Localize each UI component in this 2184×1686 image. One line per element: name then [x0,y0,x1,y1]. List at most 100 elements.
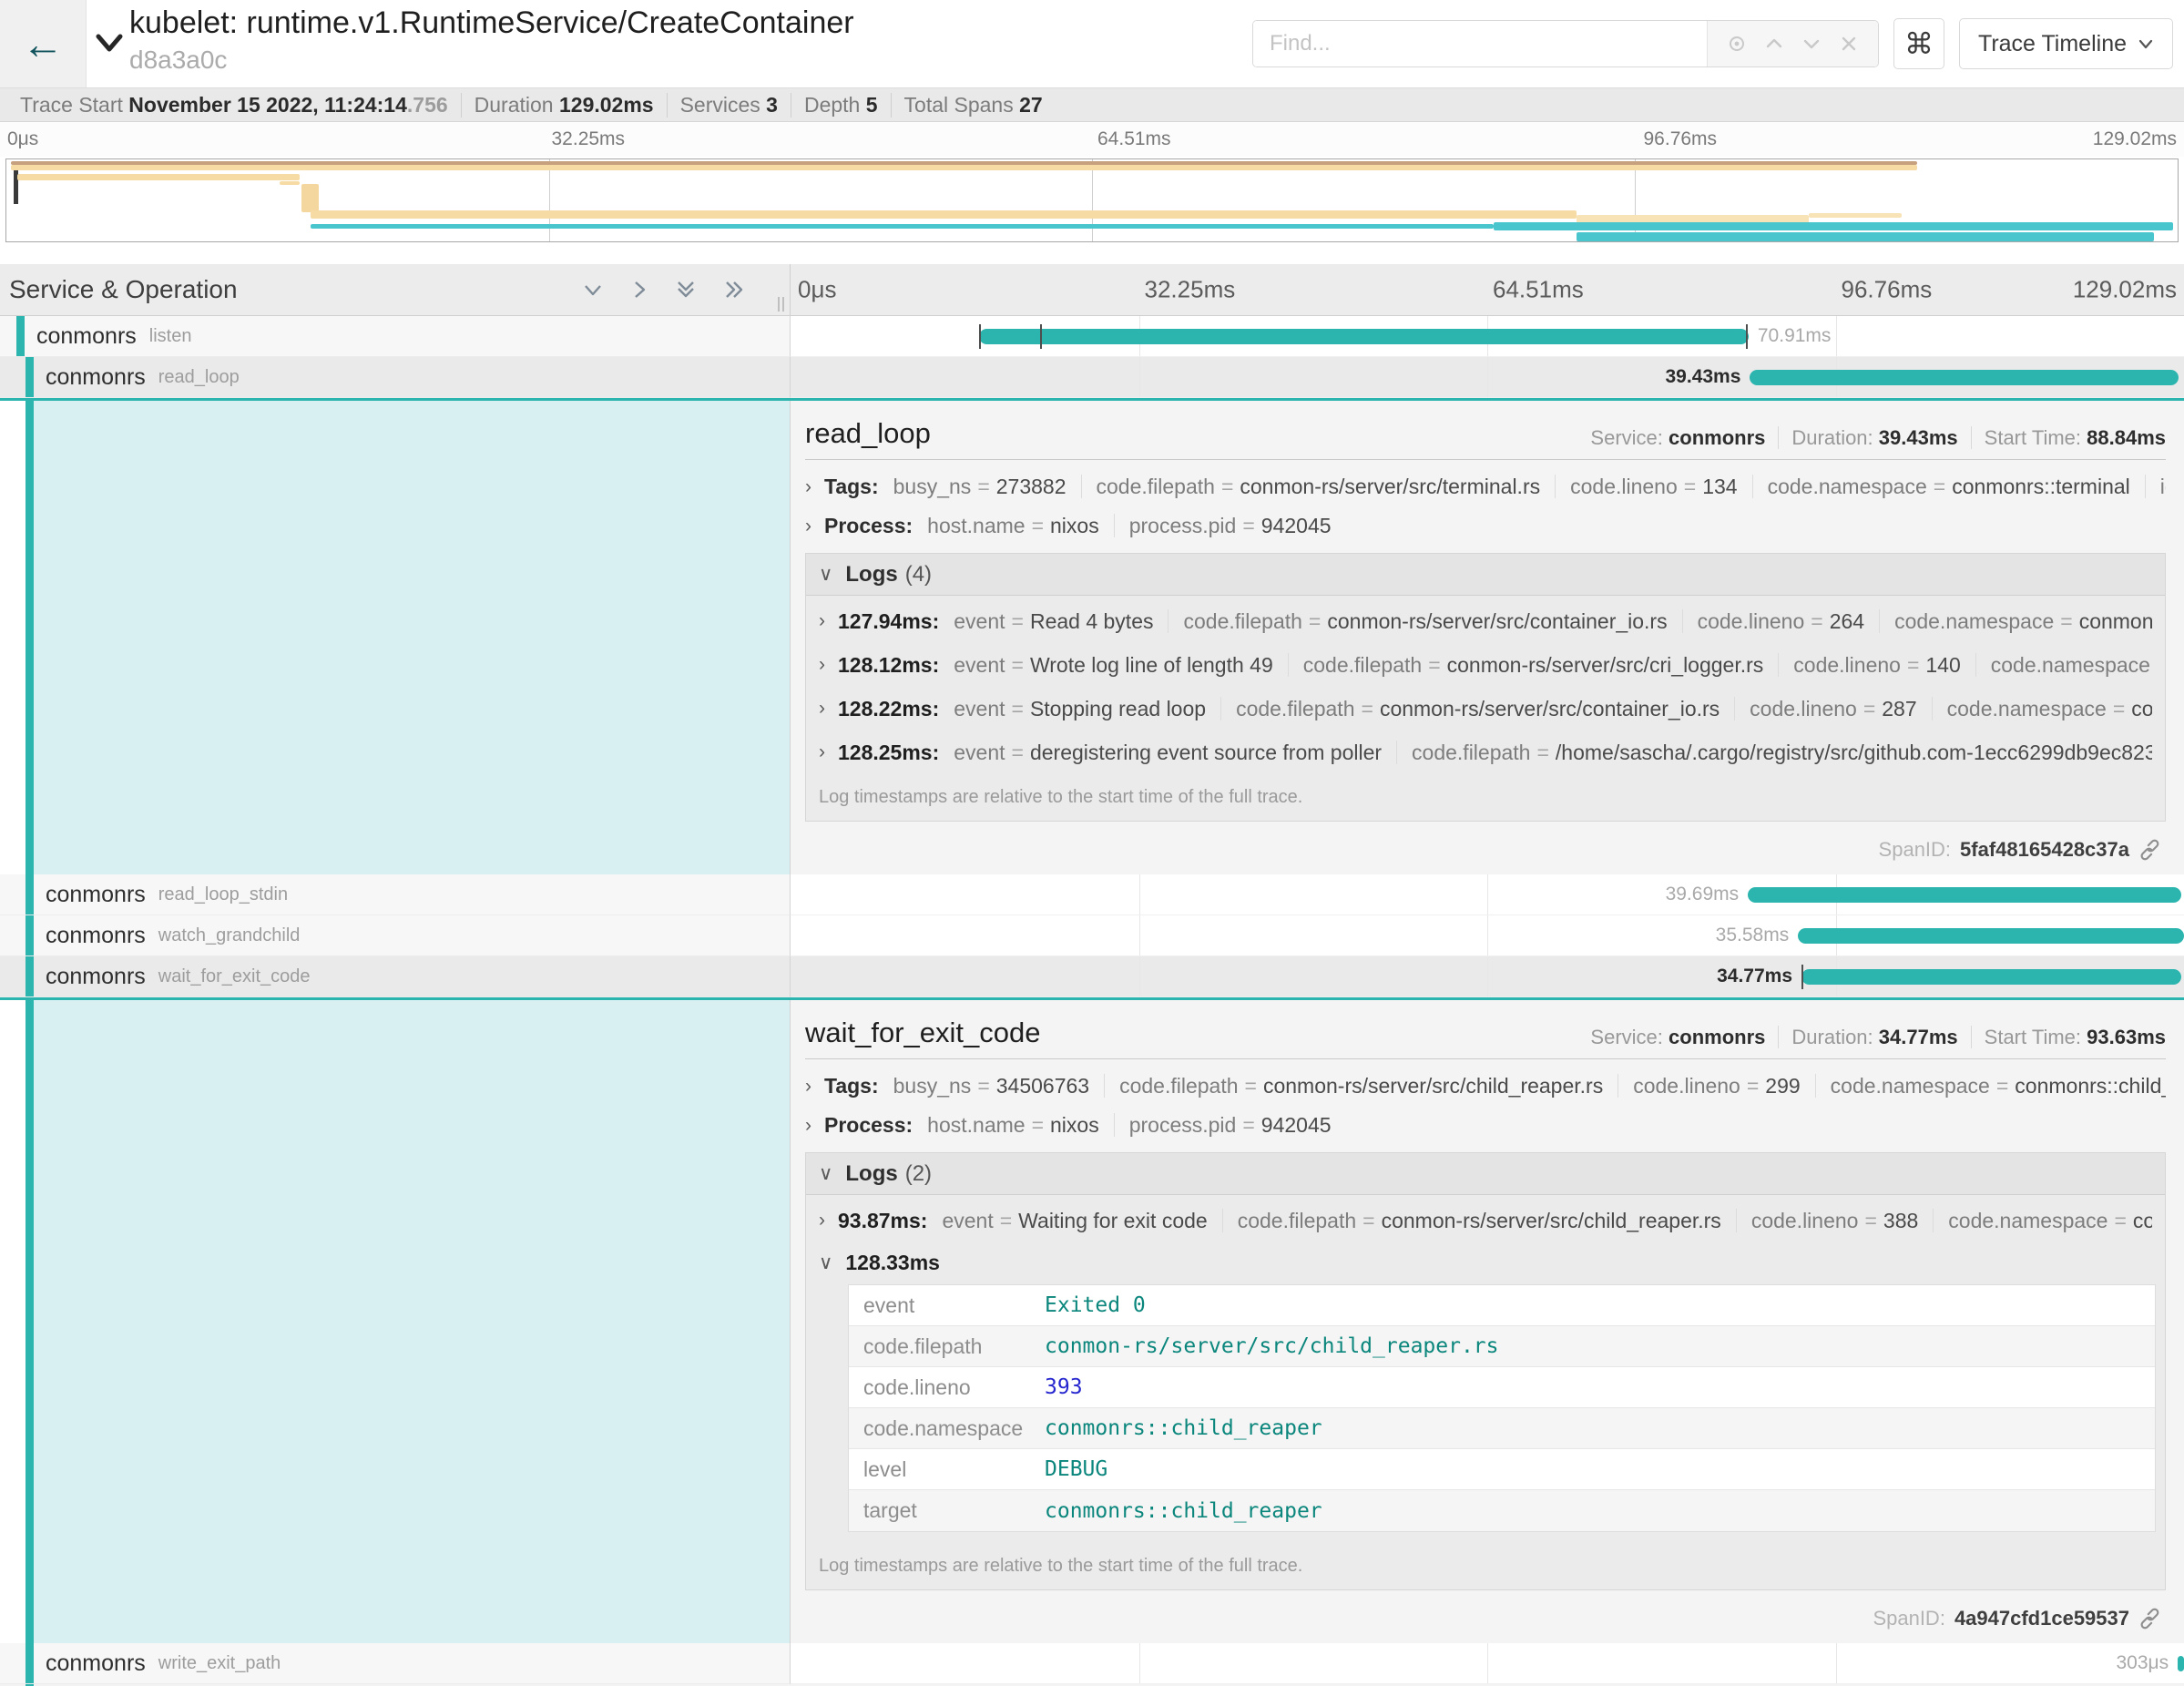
chevron-down-icon [2138,37,2154,50]
chevron-right-icon: › [819,654,825,676]
tick-label: 129.02ms [2093,128,2177,150]
chevron-right-icon: › [805,516,811,537]
minimap-span-segment [17,174,300,180]
tags-row[interactable]: ›Tags:busy_ns=273882code.filepath=conmon… [805,475,2166,499]
span-row[interactable]: conmonrs read_loop 39.43ms [0,357,2184,398]
span-timeline-cell[interactable]: 39.69ms [791,874,2184,915]
minimap-span-segment [1577,232,2154,241]
tag-pair: busy_ns=34506763 [893,1074,1104,1098]
trace-start: Trace Start November 15 2022, 11:24:14.7… [7,93,461,118]
chevron-right-icon: › [819,741,825,763]
span-name-cell[interactable]: conmonrs listen [0,316,791,357]
span-duration-label: 35.58ms [1716,925,1790,946]
span-color-bar [26,1000,34,1643]
logs-header[interactable]: ∨Logs(2) [806,1153,2165,1195]
spacer [0,250,2184,264]
chevron-down-icon: ∨ [819,1252,832,1274]
log-entry[interactable]: ›128.12ms:event=Wrote log line of length… [806,643,2165,687]
span-bar[interactable] [1801,969,2181,985]
trace-total-spans: Total Spans 27 [891,93,1056,118]
collapse-all-icon[interactable] [673,277,699,302]
span-bar[interactable] [1750,370,2178,385]
trace-minimap[interactable] [5,158,2179,242]
focus-target-icon[interactable] [1726,33,1748,55]
trace-summary-bar: Trace Start November 15 2022, 11:24:14.7… [0,87,2184,122]
span-service-name: conmonrs [36,323,137,350]
copy-link-icon[interactable] [2138,838,2162,862]
span-row[interactable]: conmonrs listen 70.91ms [0,316,2184,357]
keyboard-shortcuts-button[interactable]: ⌘ [1893,18,1944,69]
span-row[interactable]: conmonrs watch_grandchild 35.58ms [0,915,2184,956]
gridline [1139,874,1140,915]
logs-footnote: Log timestamps are relative to the start… [806,778,2165,821]
chevron-right-icon: › [805,476,811,498]
find-prev-icon[interactable] [1763,33,1785,55]
tag-pair: code.filepath=conmon-rs/server/src/conta… [1168,609,1681,633]
collapse-one-icon[interactable] [580,278,606,301]
span-bar[interactable] [1798,928,2184,944]
find-input[interactable] [1253,21,1707,66]
log-timestamp: 128.33ms [845,1251,940,1275]
span-row[interactable]: conmonrs read_loop_stdin 39.69ms [0,874,2184,915]
span-timeline-cell[interactable]: 34.77ms [791,956,2184,997]
log-marker-tick [1040,324,1042,349]
minimap-span-segment [11,165,1917,170]
span-timeline-cell[interactable]: 39.43ms [791,357,2184,398]
process-row[interactable]: ›Process:host.name=nixosprocess.pid=9420… [805,514,2166,538]
span-bar[interactable] [1748,887,2181,903]
log-field-row: code.lineno393 [849,1367,2155,1408]
gridline [1487,357,1488,397]
span-duration-label: 303μs [2116,1652,2169,1674]
span-id-row: SpanID:4a947cfd1ce59537 [1873,1607,2162,1630]
span-name-cell[interactable]: conmonrs read_loop_stdin [0,874,791,915]
field-key: level [849,1457,1045,1482]
expand-all-icon[interactable] [722,278,748,301]
log-entry-header[interactable]: ∨ 128.33ms [806,1242,2165,1282]
process-row[interactable]: ›Process:host.name=nixosprocess.pid=9420… [805,1113,2166,1138]
span-bar[interactable] [2178,1656,2184,1671]
span-detail-panel: read_loop Service: conmonrsDuration: 39.… [791,401,2184,874]
logs-count: (2) [905,1161,932,1187]
span-color-bar [26,956,34,996]
span-name-cell[interactable]: conmonrs wait_for_exit_code [0,956,791,997]
log-entry[interactable]: ›93.87ms:event=Waiting for exit codecode… [806,1199,2165,1242]
span-timeline-cell[interactable]: 70.91ms [791,316,2184,357]
log-entry[interactable]: ›127.94ms:event=Read 4 bytescode.filepat… [806,599,2165,643]
span-timeline-cell[interactable]: 303μs [791,1643,2184,1684]
span-detail-row: read_loop Service: conmonrsDuration: 39.… [0,398,2184,874]
back-button[interactable]: ← [0,0,87,87]
span-name-cell[interactable]: conmonrs watch_grandchild [0,915,791,956]
tags-label: Tags: [824,475,879,499]
column-resize-grip[interactable] [778,297,784,312]
log-entry[interactable]: ›128.22ms:event=Stopping read loopcode.f… [806,687,2165,731]
copy-link-icon[interactable] [2138,1607,2162,1630]
clear-find-icon[interactable] [1838,33,1860,55]
span-operation-name: write_exit_path [158,1653,281,1674]
collapse-trace-chevron-icon[interactable] [93,29,126,61]
tag-pair: code.namespace=conmonrs::co… [1879,609,2152,633]
tick-label: 0μs [798,276,836,304]
chevron-right-icon: › [819,1210,825,1231]
span-row[interactable]: conmonrs wait_for_exit_code 34.77ms [0,956,2184,997]
tags-row[interactable]: ›Tags:busy_ns=34506763code.filepath=conm… [805,1074,2166,1098]
span-detail-meta: Service: conmonrsDuration: 39.43msStart … [1577,426,2166,450]
expand-one-icon[interactable] [629,278,649,301]
span-timeline-cell[interactable]: 35.58ms [791,915,2184,956]
minimap-gridline [1092,159,1093,241]
trace-services: Services 3 [667,93,791,118]
trace-view-selector[interactable]: Trace Timeline [1959,18,2173,69]
span-row[interactable]: conmonrs write_exit_path 303μs [0,1643,2184,1684]
tag-pair: event=Stopping read loop [954,697,1220,720]
log-entry[interactable]: ›128.25ms:event=deregistering event sour… [806,731,2165,774]
log-fields-table: eventExited 0 code.filepathconmon-rs/ser… [848,1284,2156,1532]
span-bar[interactable] [979,329,1749,344]
logs-label: Logs [845,562,897,588]
find-next-icon[interactable] [1801,33,1822,55]
logs-header[interactable]: ∨Logs(4) [806,554,2165,596]
gridline [1139,956,1140,996]
span-name-cell[interactable]: conmonrs write_exit_path [0,1643,791,1684]
span-name-cell[interactable]: conmonrs read_loop [0,357,791,398]
minimap-span-segment [1494,222,2173,230]
gridline [1836,316,1837,356]
span-duration-label: 70.91ms [1758,325,1832,347]
